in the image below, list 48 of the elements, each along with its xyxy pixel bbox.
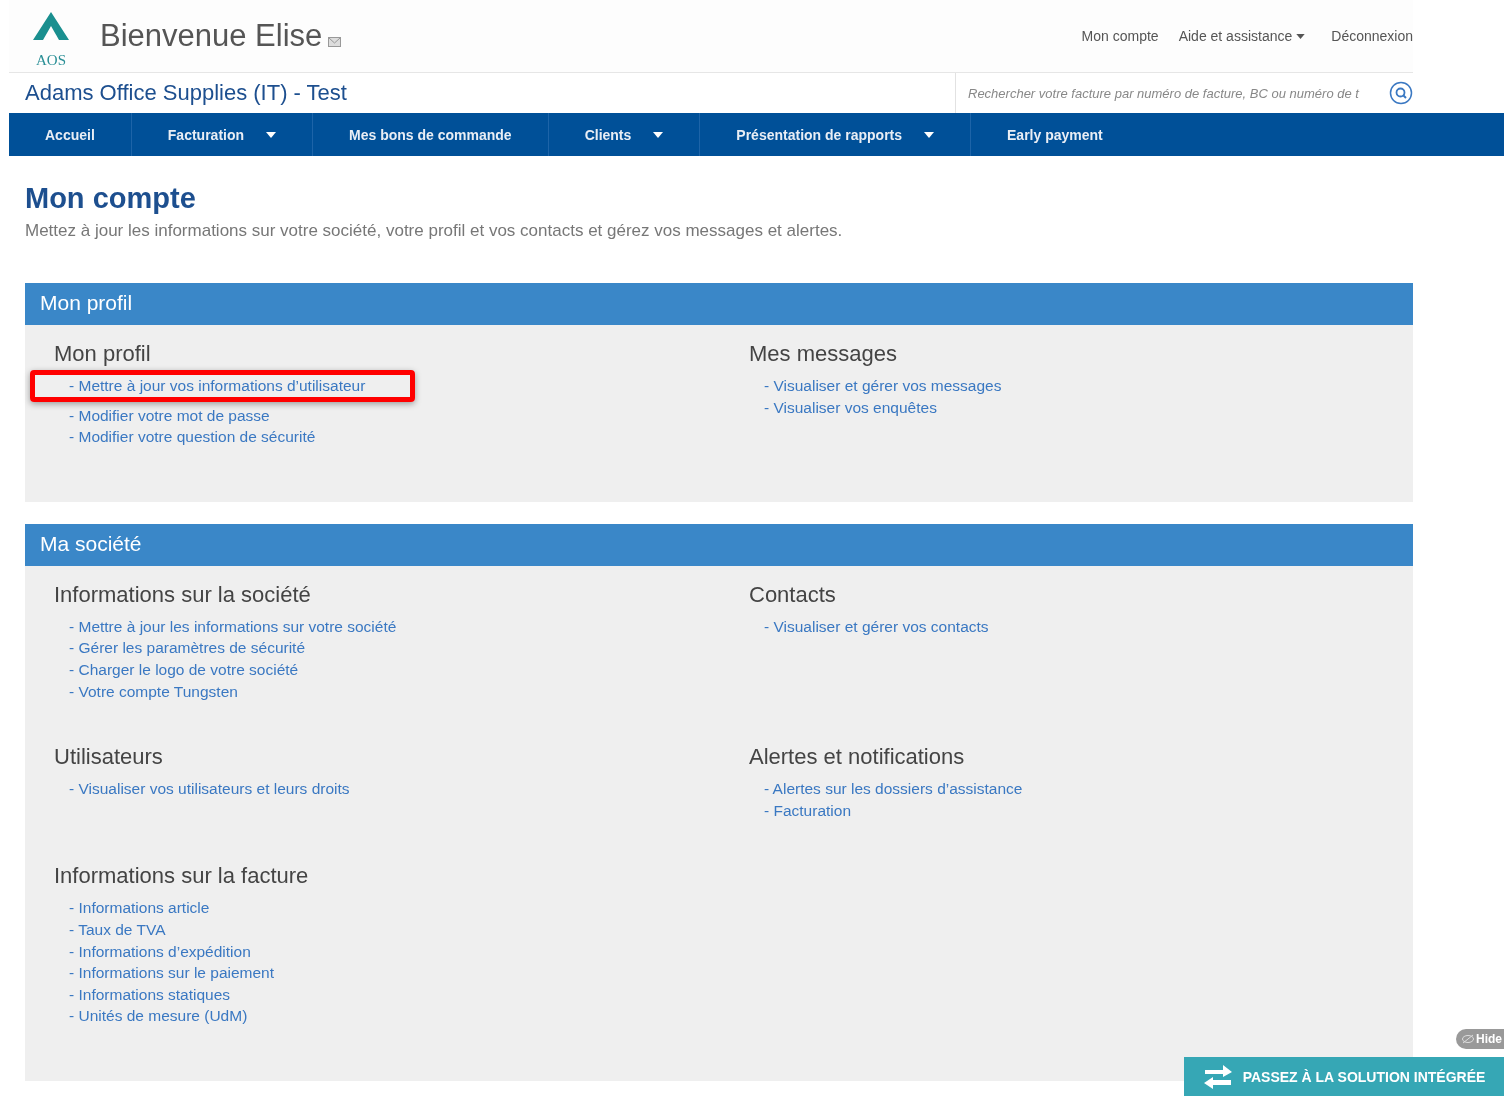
top-link[interactable]: Mon compte xyxy=(1081,28,1159,44)
section-title: Utilisateurs xyxy=(54,744,164,771)
top-link[interactable]: Aide et assistance xyxy=(1178,28,1306,44)
panel-header: Ma société xyxy=(25,523,1413,566)
section-title: Alertes et notifications xyxy=(749,744,966,771)
link[interactable]: - Informations article xyxy=(69,897,210,919)
link[interactable]: - Visualiser vos enquêtes xyxy=(764,396,937,419)
link[interactable]: - Informations statiques xyxy=(69,983,231,1006)
link[interactable]: - Alertes sur les dossiers d’assistance xyxy=(764,778,1023,800)
section-title: Informations sur la facture xyxy=(54,863,310,890)
hide-button[interactable]: Hide xyxy=(1456,1029,1504,1049)
welcome-heading: Bienvenue Elise xyxy=(100,18,323,54)
link[interactable]: - Modifier votre question de sécurité xyxy=(69,426,316,448)
panel-header: Mon profil xyxy=(25,283,1413,325)
top-link[interactable]: Déconnexion xyxy=(1331,28,1413,44)
nav-tab[interactable]: Early payment xyxy=(971,113,1139,156)
swap-arrows-icon xyxy=(1202,1063,1233,1090)
nav-tab[interactable]: Mes bons de commande xyxy=(313,113,549,156)
section-title: Contacts xyxy=(749,581,837,608)
envelope-icon xyxy=(328,37,342,47)
search-field[interactable]: Rechercher votre facture par numéro de facture, BC ou numéro de t xyxy=(968,85,1383,101)
link[interactable]: - Visualiser et gérer vos contacts xyxy=(764,615,989,638)
link[interactable]: - Informations sur le paiement xyxy=(69,962,275,984)
section-title: Mon profil xyxy=(54,341,152,367)
eye-slash-icon xyxy=(1462,1034,1474,1044)
section-title: Mes messages xyxy=(749,341,898,367)
link[interactable]: - Visualiser et gérer vos messages xyxy=(764,375,1002,397)
company-name: Adams Office Supplies (IT) - Test xyxy=(25,80,348,106)
section-title: Informations sur la société xyxy=(54,581,312,608)
promo-button[interactable]: PASSEZ À LA SOLUTION INTÉGRÉE xyxy=(1184,1057,1504,1096)
link[interactable]: - Visualiser vos utilisateurs et leurs droits xyxy=(69,778,350,800)
nav-tab[interactable]: Facturation xyxy=(131,113,314,156)
link[interactable]: - Mettre à jour les informations sur votre société xyxy=(69,615,397,638)
page-subtitle: Mettez à jour les informations sur votre société, votre profil et vos contacts et gérez vos messages et alertes. xyxy=(25,221,844,241)
link[interactable]: - Unités de mesure (UdM) xyxy=(69,1005,248,1027)
link[interactable]: - Votre compte Tungsten xyxy=(69,680,238,703)
link[interactable]: - Taux de TVA xyxy=(69,918,166,941)
nav-tab[interactable]: Clients xyxy=(548,113,701,156)
link[interactable]: - Modifier votre mot de passe xyxy=(69,404,270,427)
page-title: Mon compte xyxy=(25,182,197,215)
link[interactable]: - Facturation xyxy=(764,799,851,822)
link[interactable]: - Informations d’expédition xyxy=(69,940,251,963)
nav-tab[interactable]: Présentation de rapports xyxy=(700,113,972,156)
link[interactable]: - Gérer les paramètres de sécurité xyxy=(69,637,306,659)
nav-tab[interactable]: Accueil xyxy=(9,113,132,156)
search-icon xyxy=(1389,81,1413,105)
link[interactable]: - Charger le logo de votre société xyxy=(69,658,299,681)
link[interactable]: - Mettre à jour vos informations d’utilisateur xyxy=(69,375,366,397)
